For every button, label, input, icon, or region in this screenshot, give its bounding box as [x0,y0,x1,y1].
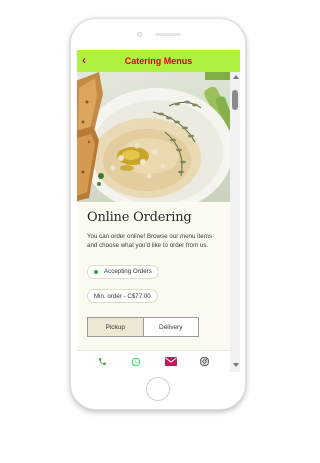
status-dot-icon [94,269,98,274]
scroll-down-icon[interactable] [233,363,239,367]
phone-screen: ‹ Catering Menus Online Ordering You can… [77,50,240,372]
section-title: Online Ordering [87,210,192,225]
phone-speaker [155,33,181,36]
back-arrow-icon[interactable]: ‹ [82,53,86,67]
hero-image [77,72,230,202]
online-ordering-section: Online Ordering You can order online! Br… [77,202,230,350]
whatsapp-icon[interactable] [129,355,143,369]
instagram-icon[interactable] [198,355,212,369]
section-description: You can order online! Browse our menu it… [87,233,212,249]
mail-icon[interactable] [164,355,178,369]
app-header: ‹ Catering Menus [77,50,240,72]
scrollbar-thumb[interactable] [232,90,238,110]
page-title: Catering Menus [124,56,193,66]
status-label: Accepting Orders [104,268,152,276]
status-badge: Accepting Orders [87,264,159,279]
min-order-label: Min. order - C$77.00 [94,292,151,300]
camera-icon [137,32,142,37]
scrollbar[interactable] [230,72,240,372]
min-order-badge: Min. order - C$77.00 [87,289,158,304]
home-button[interactable] [146,377,170,401]
phone-icon[interactable] [95,355,109,369]
scroll-up-icon[interactable] [233,75,239,79]
contact-bar [77,350,230,372]
tab-delivery[interactable]: Delivery [143,318,198,337]
tab-pickup[interactable]: Pickup [88,318,144,337]
order-type-tabs: Pickup Delivery [87,317,199,338]
